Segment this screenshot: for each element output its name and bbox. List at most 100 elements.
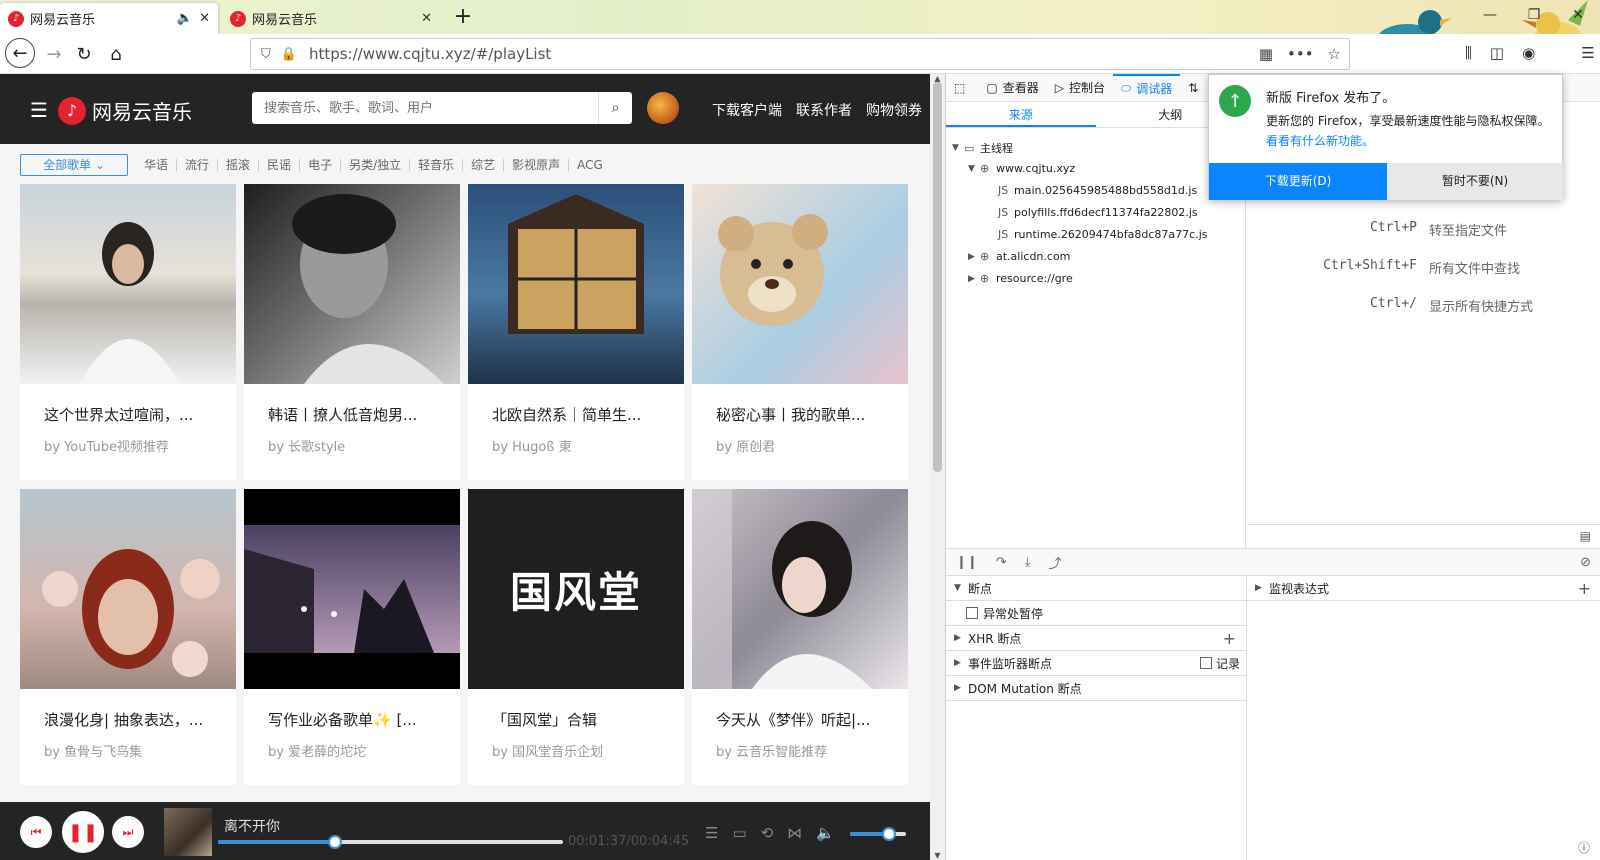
- subtab-sources[interactable]: 来源: [946, 102, 1096, 127]
- not-now-button[interactable]: 暂时不要(N): [1387, 163, 1563, 200]
- home-icon[interactable]: ⌂: [102, 40, 130, 68]
- pause-on-exceptions-row[interactable]: 异常处暂停: [946, 601, 1246, 626]
- download-client-link[interactable]: 下载客户端: [712, 100, 782, 120]
- tab-inspector[interactable]: ▢ 查看器: [978, 74, 1046, 102]
- coupon-link[interactable]: 购物领券: [866, 100, 922, 120]
- category-alternative[interactable]: 另类/独立: [341, 159, 411, 171]
- playlist-author[interactable]: by 国风堂音乐企划: [492, 741, 603, 760]
- scroll-down-icon[interactable]: ▼: [930, 851, 945, 860]
- tab-netease-music-2[interactable]: ♪ 网易云音乐 ✕: [222, 3, 440, 34]
- bookmark-star-icon[interactable]: ☆: [1328, 45, 1341, 63]
- deactivate-breakpoints-icon[interactable]: ⊘: [1580, 555, 1591, 570]
- folder-icon[interactable]: ▭: [732, 824, 746, 842]
- playlist-author[interactable]: by 原创君: [716, 436, 775, 455]
- playlist-title[interactable]: 秘密心事丨我的歌单...: [716, 404, 896, 425]
- category-variety[interactable]: 综艺: [463, 159, 505, 171]
- playlist-title[interactable]: 这个世界太过喧闹，...: [44, 404, 224, 425]
- shield-icon[interactable]: ⛉: [261, 47, 271, 62]
- close-tab-icon[interactable]: ✕: [199, 11, 210, 26]
- dom-mutation-breakpoints-header[interactable]: ▶ DOM Mutation 断点: [946, 676, 1246, 701]
- download-update-button[interactable]: 下载更新(D): [1209, 163, 1387, 200]
- url-text[interactable]: https://www.cqjtu.xyz/#/playList: [309, 45, 551, 63]
- pause-icon[interactable]: ❚❚: [62, 811, 104, 853]
- category-rock[interactable]: 摇滚: [218, 159, 260, 171]
- playlist-author[interactable]: by 爱老薛的坨坨: [268, 741, 366, 760]
- lock-icon[interactable]: 🔒: [281, 47, 297, 62]
- tab-debugger[interactable]: ⬭ 调试器: [1112, 73, 1181, 102]
- pause-icon[interactable]: ❙❙: [956, 555, 978, 570]
- playlist-card[interactable]: 浪漫化身| 抽象表达，... by 鱼骨与飞鸟集: [20, 489, 236, 785]
- playlist-card[interactable]: 这个世界太过喧闹，... by YouTube视频推荐: [20, 184, 236, 480]
- tab-netease-music-1[interactable]: ♪ 网易云音乐 🔈 ✕: [0, 3, 218, 34]
- library-icon[interactable]: ⫼: [1465, 44, 1472, 62]
- category-pop[interactable]: 流行: [177, 159, 219, 171]
- qr-code-icon[interactable]: ▦: [1259, 45, 1273, 63]
- volume-icon[interactable]: 🔈: [816, 824, 835, 842]
- add-watch-expression-icon[interactable]: +: [1578, 579, 1591, 598]
- all-playlists-dropdown[interactable]: 全部歌单 ⌄: [20, 154, 128, 176]
- playlist-author[interactable]: by Hugoß 東: [492, 436, 572, 455]
- playlist-author[interactable]: by 云音乐智能推荐: [716, 741, 827, 760]
- playlist-title[interactable]: 浪漫化身| 抽象表达，...: [44, 709, 224, 730]
- volume-knob[interactable]: [882, 827, 897, 841]
- page-actions-icon[interactable]: •••: [1287, 45, 1314, 63]
- tab-network[interactable]: ⇅: [1180, 74, 1211, 102]
- tree-host[interactable]: ▶ ⊕ resource://gre: [968, 272, 1073, 285]
- category-chinese[interactable]: 华语: [136, 159, 178, 171]
- element-picker-icon[interactable]: ⬚: [946, 74, 978, 102]
- forward-arrow-icon[interactable]: →: [40, 40, 68, 68]
- playlist-icon[interactable]: ☰: [705, 824, 718, 842]
- song-cover-art[interactable]: [164, 808, 212, 856]
- whats-new-link[interactable]: 看看有什么新功能。: [1266, 132, 1374, 149]
- previous-track-icon[interactable]: ⏮: [20, 816, 52, 848]
- category-folk[interactable]: 民谣: [259, 159, 301, 171]
- sidebar-icon[interactable]: ◫: [1490, 44, 1504, 62]
- close-window-icon[interactable]: ✕: [1556, 0, 1600, 30]
- event-listener-breakpoints-header[interactable]: ▶ 事件监听器断点 记录: [946, 651, 1246, 676]
- splitter[interactable]: [1246, 576, 1247, 860]
- tree-file[interactable]: JS main.025645985488bd558d1d.js: [998, 184, 1197, 197]
- playlist-author[interactable]: by 长歌style: [268, 436, 345, 455]
- playlist-title[interactable]: 今天从《梦伴》听起|...: [716, 709, 896, 730]
- progress-knob[interactable]: [328, 835, 343, 849]
- restore-icon[interactable]: ❐: [1512, 0, 1556, 30]
- step-in-icon[interactable]: ⤓: [1025, 555, 1031, 570]
- step-over-icon[interactable]: ↷: [996, 555, 1007, 570]
- category-light-music[interactable]: 轻音乐: [410, 159, 464, 171]
- back-arrow-icon[interactable]: ←: [5, 38, 35, 68]
- close-tab-icon[interactable]: ✕: [421, 11, 432, 26]
- contact-author-link[interactable]: 联系作者: [796, 100, 852, 120]
- playlist-card[interactable]: 韩语丨撩人低音炮男... by 长歌style: [244, 184, 460, 480]
- playlist-card[interactable]: 秘密心事丨我的歌单... by 原创君: [692, 184, 908, 480]
- share-icon[interactable]: ⋈: [787, 824, 802, 842]
- playlist-card[interactable]: 写作业必备歌单✨ [... by 爱老薛的坨坨: [244, 489, 460, 785]
- breakpoints-header[interactable]: ▼ 断点: [946, 576, 1246, 601]
- volume-slider[interactable]: [850, 827, 906, 841]
- tree-file[interactable]: JS runtime.26209474bfa8dc87a77c.js: [998, 228, 1208, 241]
- search-input[interactable]: [252, 92, 598, 124]
- playlist-title[interactable]: 写作业必备歌单✨ [...: [268, 709, 448, 730]
- progress-slider[interactable]: [218, 835, 563, 849]
- tree-main-thread[interactable]: ▼ ▭ 主线程: [952, 140, 1013, 156]
- category-acg[interactable]: ACG: [569, 159, 611, 171]
- playlist-card[interactable]: 今天从《梦伴》听起|... by 云音乐智能推荐: [692, 489, 908, 785]
- playlist-author[interactable]: by YouTube视频推荐: [44, 436, 169, 455]
- loop-icon[interactable]: ⟲: [761, 824, 774, 842]
- step-out-icon[interactable]: ⤴: [1048, 553, 1061, 572]
- category-soundtrack[interactable]: 影视原声: [504, 159, 570, 171]
- log-checkbox[interactable]: [1199, 657, 1212, 669]
- url-bar[interactable]: ⛉ 🔒 https://www.cqjtu.xyz/#/playList ▦ •…: [250, 38, 1350, 70]
- menu-icon[interactable]: ☰: [1581, 44, 1594, 62]
- help-icon[interactable]: ⓘ: [1578, 839, 1590, 856]
- pause-exceptions-checkbox[interactable]: [966, 607, 978, 619]
- new-tab-button[interactable]: +: [448, 5, 478, 31]
- tab-console[interactable]: ▷ 控制台: [1047, 74, 1113, 102]
- toggle-pane-icon[interactable]: ▤: [1580, 529, 1591, 543]
- xhr-breakpoints-header[interactable]: ▶ XHR 断点 +: [946, 626, 1246, 651]
- scrollbar-thumb[interactable]: [933, 82, 942, 472]
- tree-host[interactable]: ▶ ⊕ at.alicdn.com: [968, 250, 1070, 263]
- minimize-icon[interactable]: —: [1468, 0, 1512, 30]
- category-electronic[interactable]: 电子: [300, 159, 342, 171]
- page-scrollbar[interactable]: ▲ ▼: [930, 74, 945, 860]
- tree-file[interactable]: JS polyfills.ffd6decf11374fa22802.js: [998, 206, 1198, 219]
